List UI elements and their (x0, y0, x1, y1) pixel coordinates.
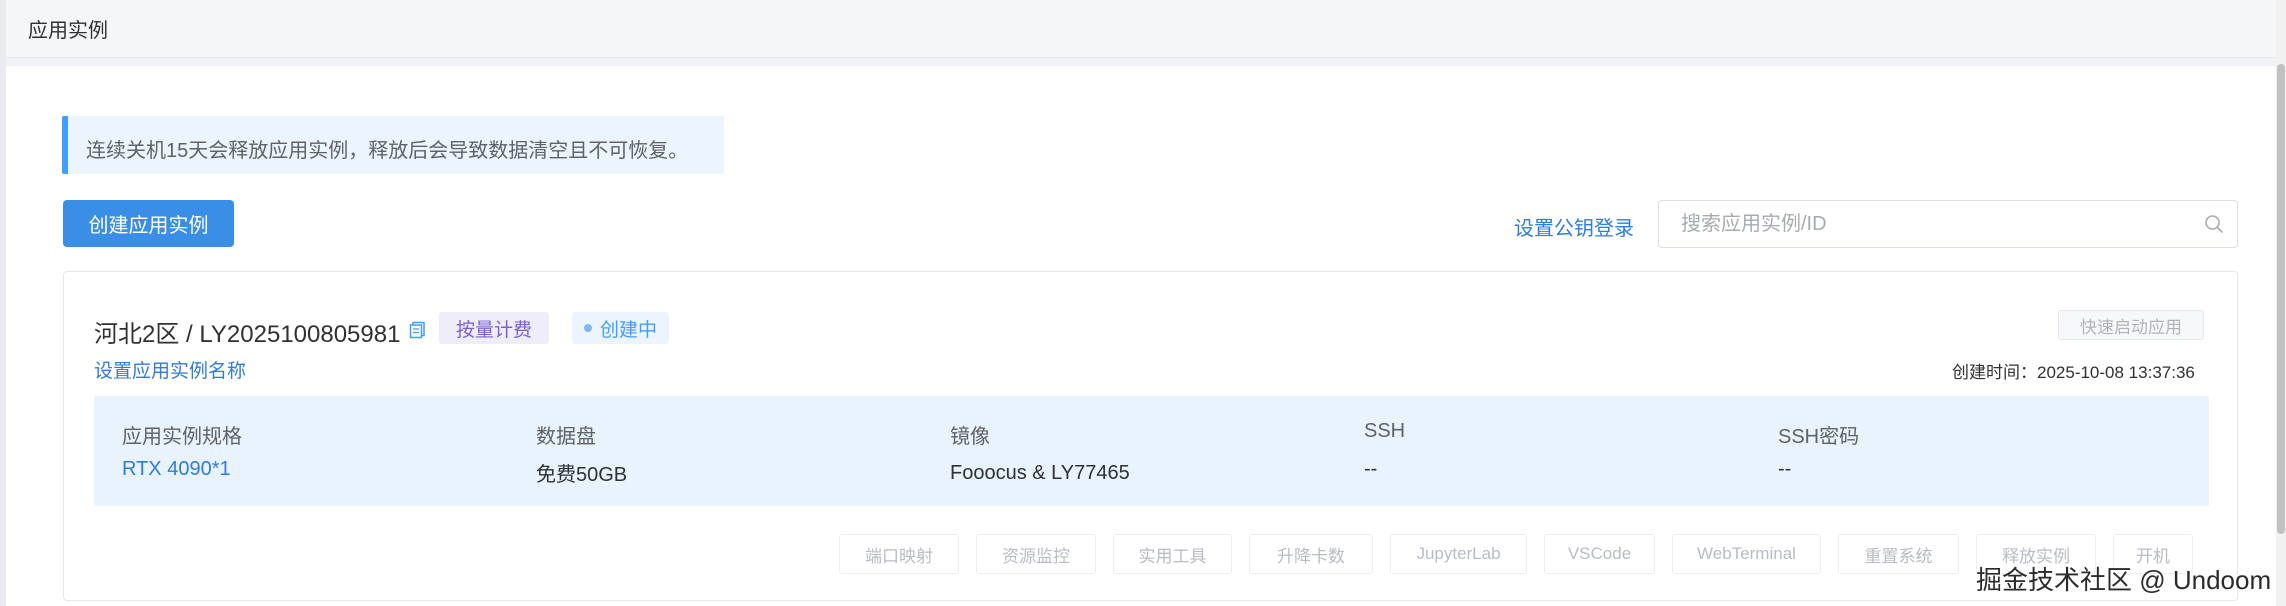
spec-label: 数据盘 (536, 426, 596, 448)
created-time: 创建时间：2025-10-08 13:37:36 (1952, 363, 2195, 382)
instance-title: 河北2区 / LY2025100805981 (94, 321, 401, 348)
search-input[interactable] (1659, 201, 2189, 247)
scrollbar-thumb[interactable] (2277, 64, 2285, 534)
spec-label: SSH密码 (1778, 426, 1860, 448)
resource-monitor-button[interactable]: 资源监控 (976, 534, 1096, 574)
copy-icon[interactable] (408, 320, 428, 340)
status-badge: 创建中 (572, 312, 670, 344)
set-pubkey-login-link[interactable]: 设置公钥登录 (1514, 212, 1634, 241)
quick-start-button[interactable]: 快速启动应用 (2058, 310, 2204, 340)
status-dot-icon (584, 324, 592, 332)
spec-label: 应用实例规格 (122, 426, 242, 448)
scale-gpu-button[interactable]: 升降卡数 (1249, 534, 1373, 574)
rename-instance-link[interactable]: 设置应用实例名称 (94, 356, 246, 383)
spec-panel: 应用实例规格 RTX 4090*1 数据盘 免费50GB 镜像 Fooocus … (94, 396, 2209, 506)
notice-text: 连续关机15天会释放应用实例，释放后会导致数据清空且不可恢复。 (86, 140, 689, 162)
instance-card: 河北2区 / LY2025100805981 按量计费 创建中 快速启动应用 设… (63, 271, 2238, 601)
spec-ssh-password-value: -- (1778, 458, 1792, 480)
vscode-button[interactable]: VSCode (1544, 534, 1655, 574)
utilities-button[interactable]: 实用工具 (1113, 534, 1232, 574)
search-icon[interactable] (2203, 213, 2225, 235)
billing-tag: 按量计费 (439, 312, 550, 344)
search-box (1658, 200, 2238, 248)
spec-ssh-value: -- (1364, 458, 1378, 480)
spec-gpu-value[interactable]: RTX 4090*1 (122, 458, 231, 481)
page-header: 应用实例 (6, 0, 2276, 58)
status-label: 创建中 (600, 319, 658, 341)
spec-label: SSH (1364, 420, 1406, 442)
create-instance-button[interactable]: 创建应用实例 (63, 200, 234, 247)
watermark: 掘金技术社区 @ Undoom (1976, 565, 2272, 595)
spec-label: 镜像 (950, 426, 990, 448)
webterminal-button[interactable]: WebTerminal (1672, 534, 1821, 574)
jupyterlab-button[interactable]: JupyterLab (1390, 534, 1527, 574)
spec-image-value: Fooocus & LY77465 (950, 462, 1130, 484)
page-title: 应用实例 (28, 20, 108, 42)
spec-disk-value: 免费50GB (536, 464, 628, 486)
release-notice: 连续关机15天会释放应用实例，释放后会导致数据清空且不可恢复。 (62, 116, 724, 174)
reset-system-button[interactable]: 重置系统 (1838, 534, 1959, 574)
main-content: 连续关机15天会释放应用实例，释放后会导致数据清空且不可恢复。 创建应用实例 设… (6, 66, 2276, 606)
port-mapping-button[interactable]: 端口映射 (839, 534, 959, 574)
